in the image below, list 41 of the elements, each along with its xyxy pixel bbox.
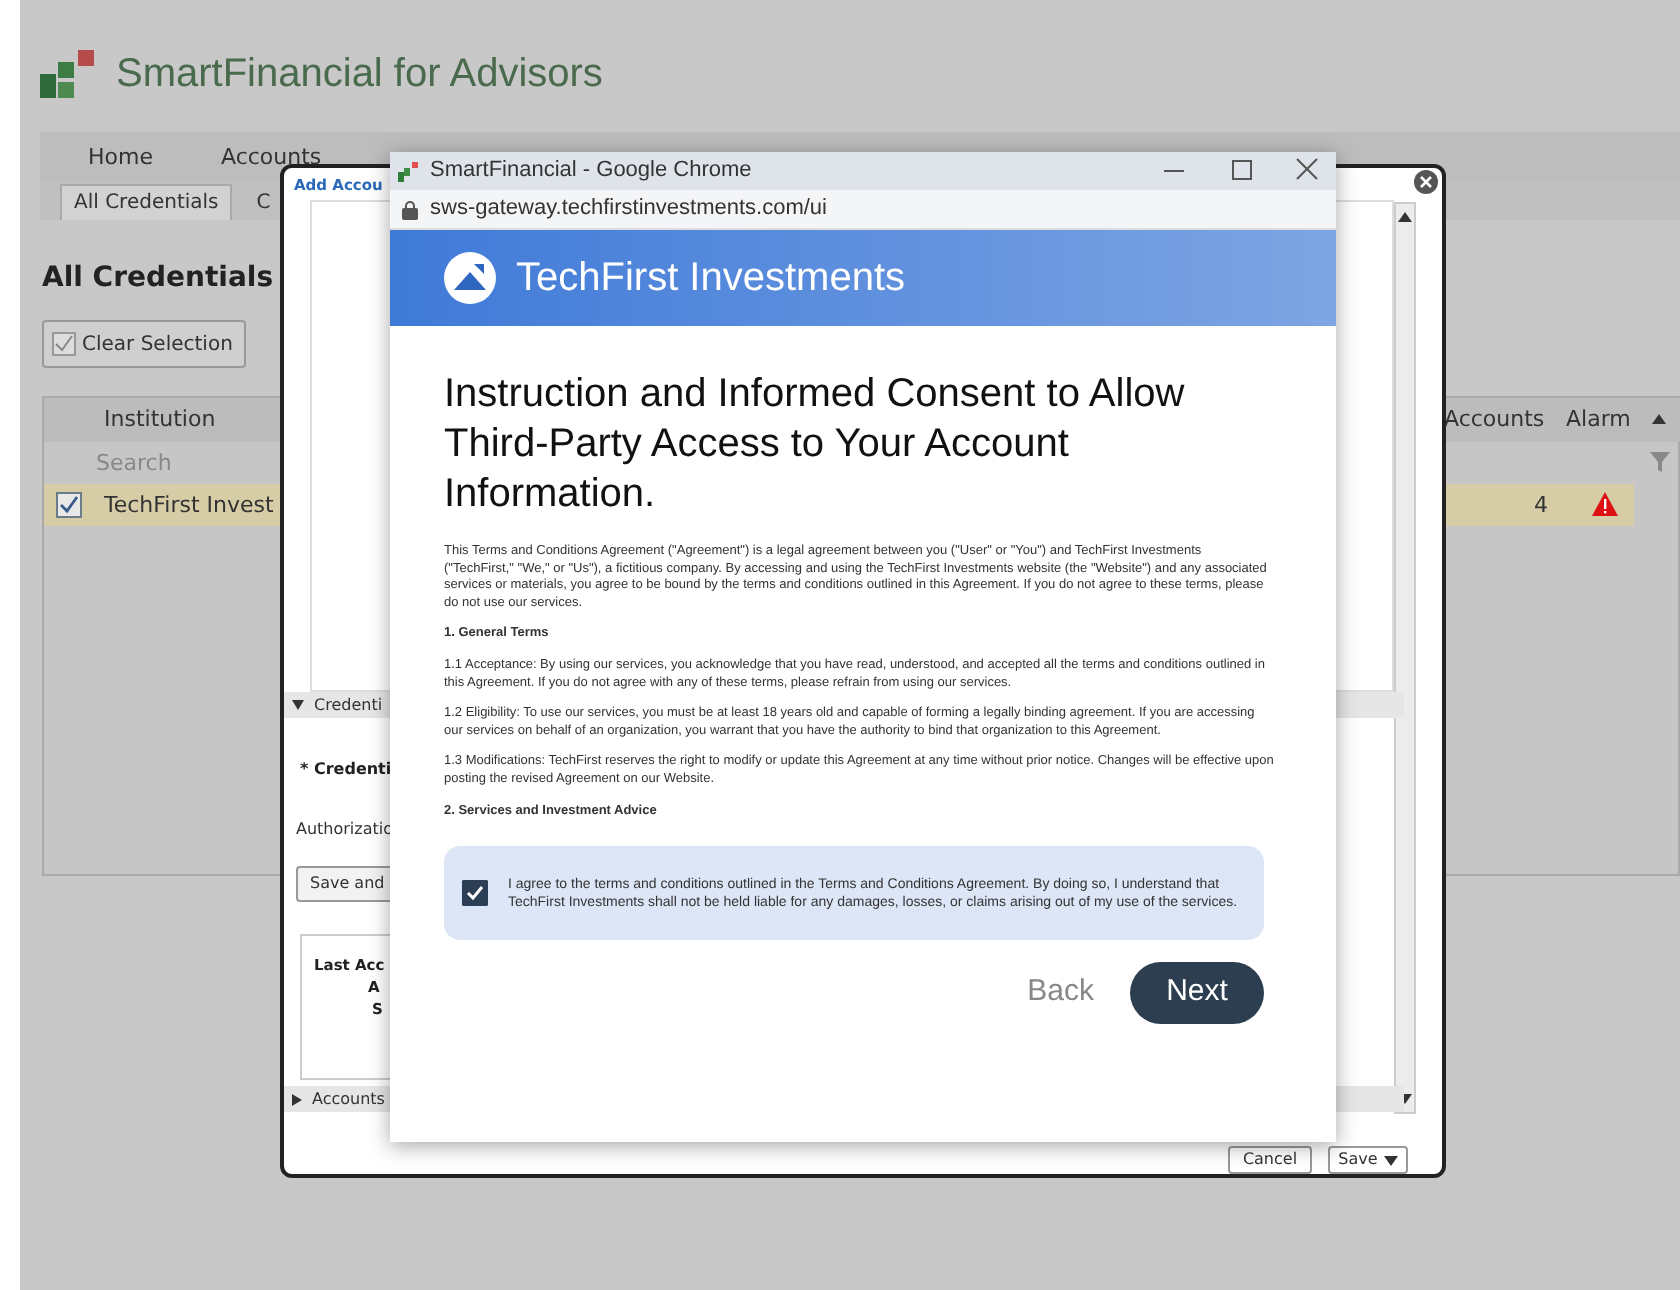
sort-icon[interactable] [1652, 414, 1666, 424]
field-label: * Credenti [300, 758, 392, 782]
page-heading: All Credentials [42, 260, 274, 298]
maximize-icon[interactable] [1232, 160, 1252, 180]
app-icon [398, 161, 418, 181]
checkbox-icon [52, 332, 76, 356]
column-header[interactable]: Alarm [1566, 403, 1631, 437]
field-label: Authorizatio [296, 818, 394, 842]
column-header[interactable]: Accounts [1444, 403, 1545, 437]
brand-name: TechFirst Investments [516, 254, 906, 304]
logo-icon [40, 50, 96, 98]
section-label: Accounts [312, 1087, 385, 1111]
nav-tab[interactable]: Accounts [192, 136, 350, 180]
sub-tab[interactable]: All Credentials [60, 184, 233, 220]
cancel-button[interactable]: Cancel [1228, 1146, 1312, 1174]
clear-selection-button[interactable]: Clear Selection [42, 320, 246, 368]
table-cell-text: 4 [1534, 490, 1548, 522]
nav-tab[interactable]: Home [60, 136, 181, 180]
consent-checkbox[interactable] [462, 880, 488, 907]
window-title: SmartFinancial - Google Chrome [430, 156, 752, 187]
scroll-up-icon[interactable] [1398, 212, 1412, 222]
scrollbar[interactable] [1394, 202, 1416, 1114]
app-title: SmartFinancial for Advisors [116, 50, 603, 100]
close-icon[interactable] [1414, 170, 1438, 194]
expanded-icon [292, 700, 304, 710]
search-field[interactable]: Search [96, 444, 276, 482]
url-text: sws-gateway.techfirstinvestments.com/ui [430, 194, 827, 225]
sub-tab[interactable]: C [244, 184, 283, 220]
section-label: Credenti [314, 693, 383, 717]
back-button[interactable]: Back [1027, 970, 1094, 1016]
close-icon[interactable] [1296, 158, 1318, 180]
next-button[interactable]: Next [1130, 962, 1264, 1025]
save-menu-button[interactable]: Save [1328, 1146, 1408, 1174]
brand-logo-icon [444, 252, 496, 304]
lock-icon [402, 199, 418, 219]
table-cell-text: TechFirst Invest [104, 490, 274, 522]
collapsed-icon [292, 1093, 302, 1105]
column-header[interactable]: Institution [104, 403, 216, 437]
caret-icon[interactable] [1383, 1155, 1398, 1165]
checkbox[interactable] [56, 492, 82, 518]
consent-heading: Instruction and Informed Consent to Allow Third-Party Access to Your Account Information. [444, 370, 1187, 520]
